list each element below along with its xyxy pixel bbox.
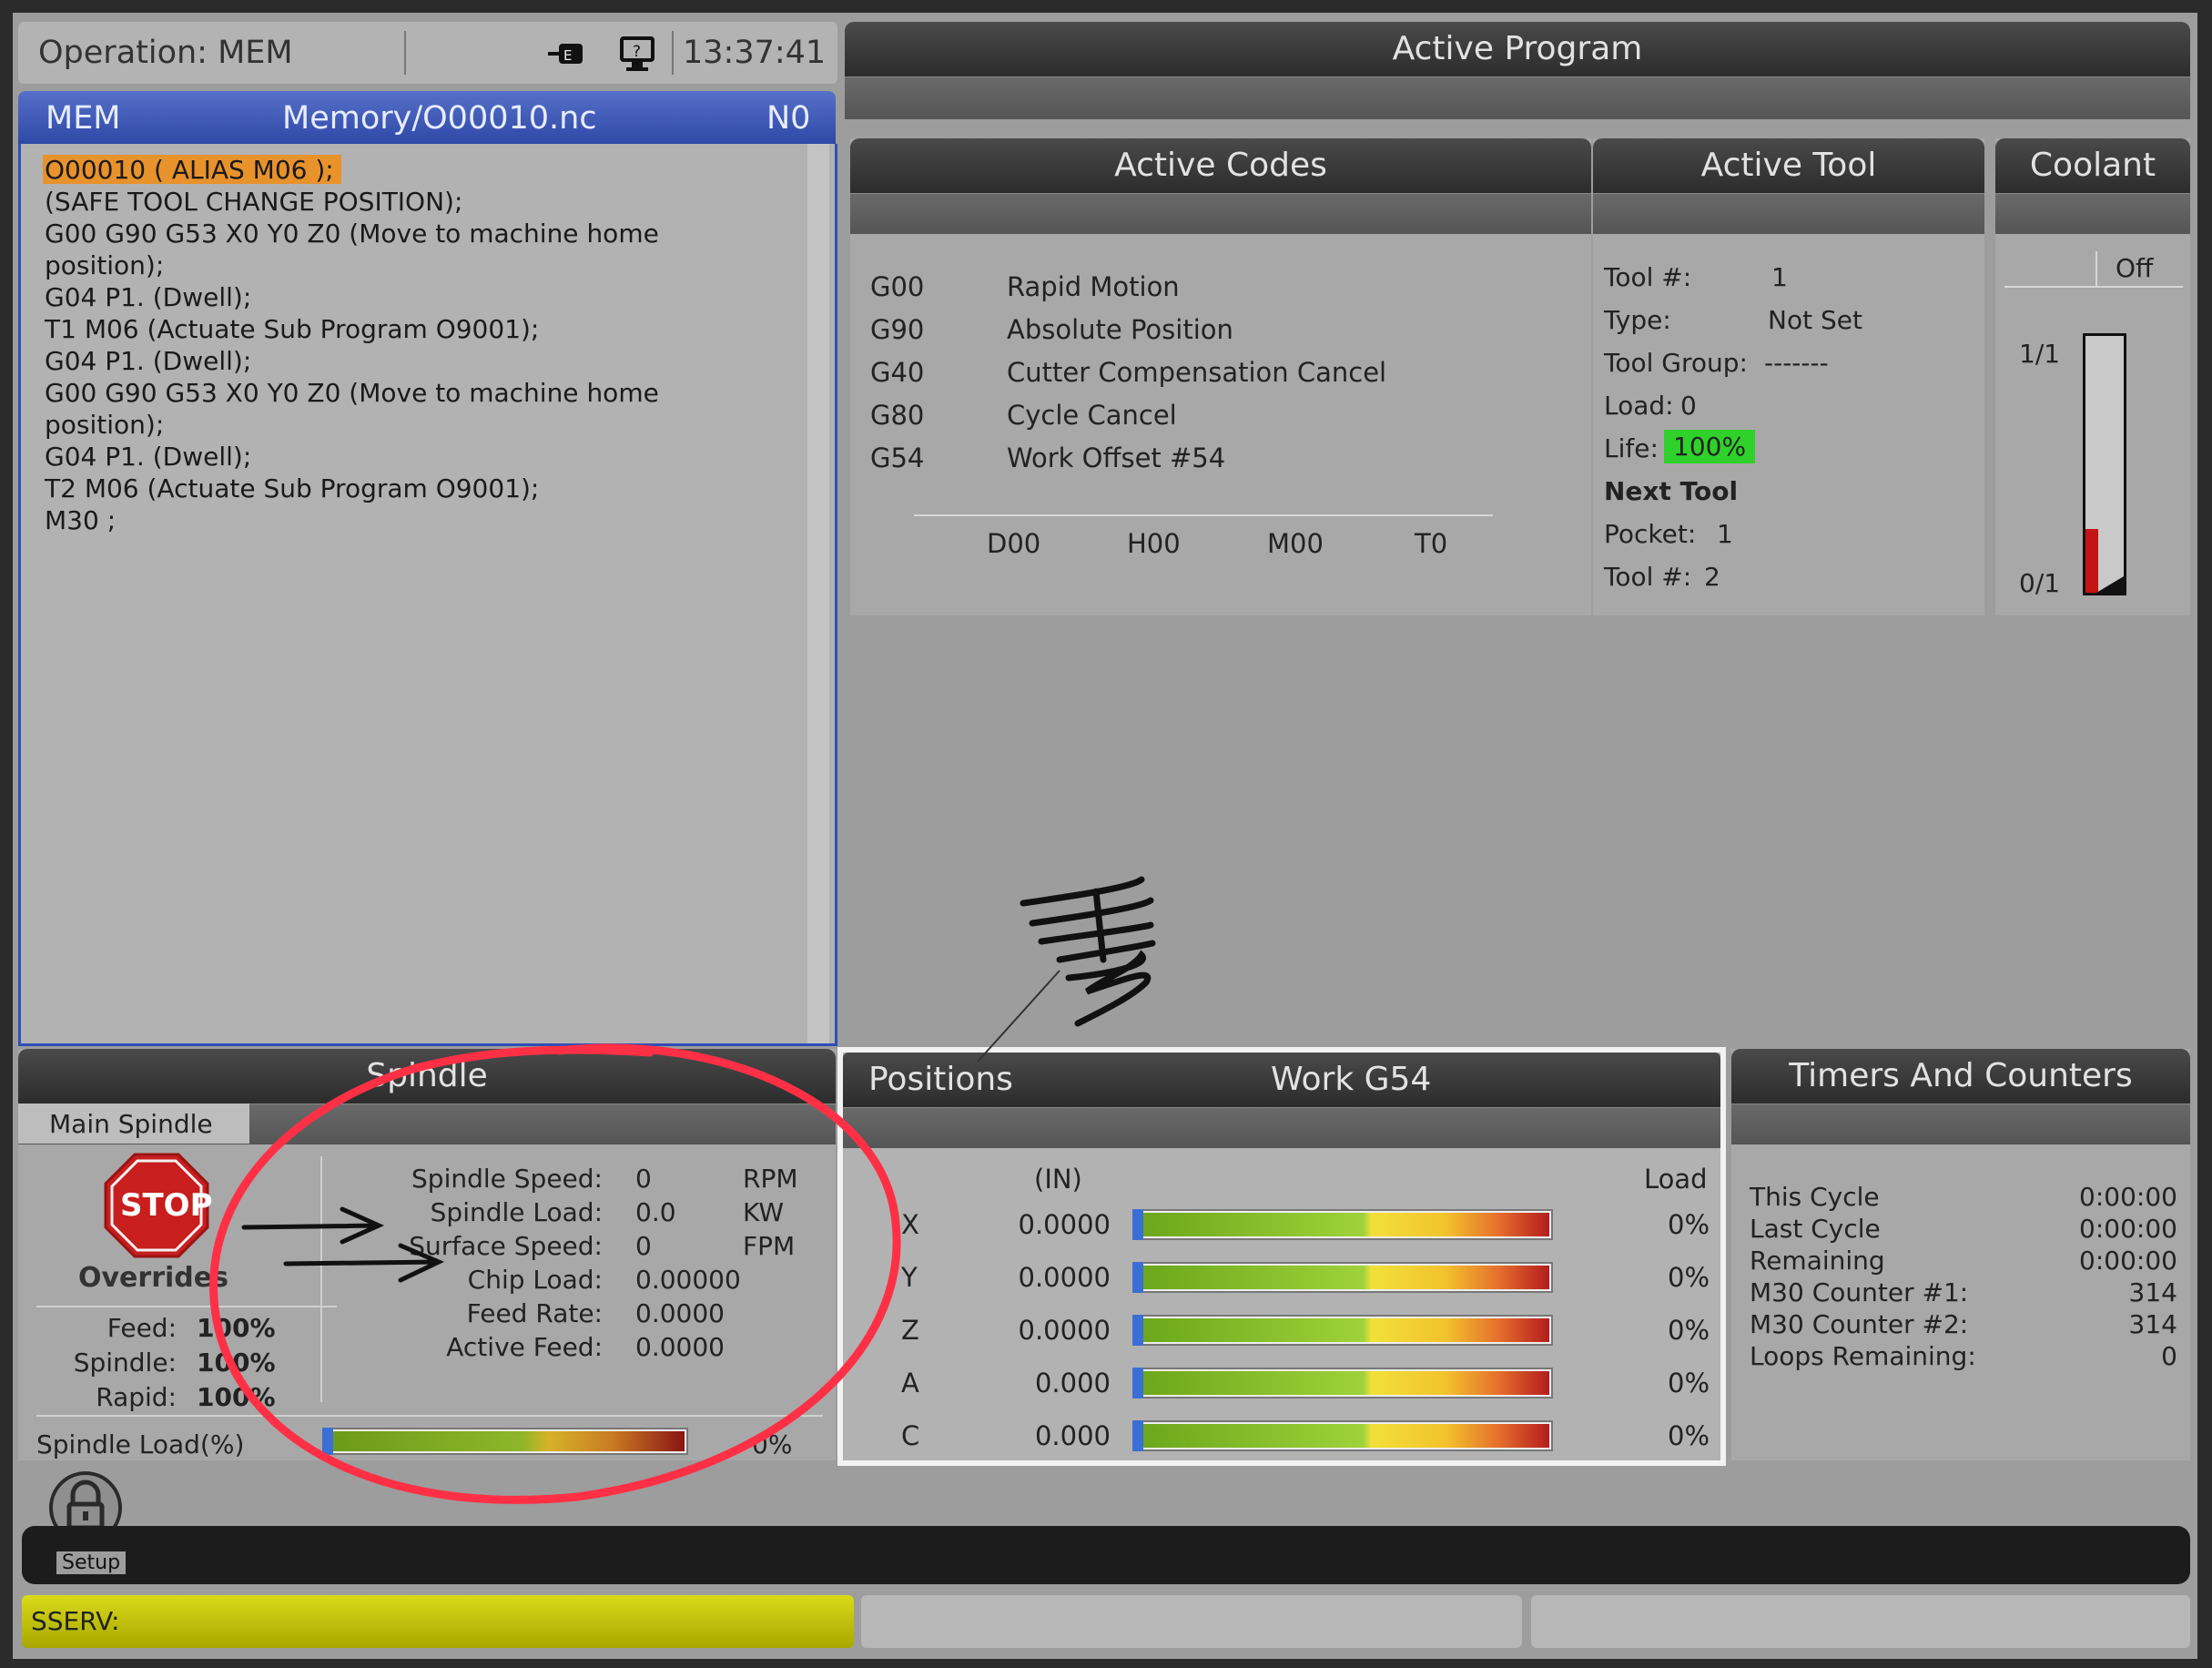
- scribble-annotation: [1020, 876, 1156, 1027]
- pointer-line-annotation: [977, 970, 1060, 1063]
- red-circle-annotation: [209, 1043, 901, 1504]
- cnc-control-screen: Operation: MEM E ? 13:37:41 MEM Memory/O…: [13, 13, 2197, 1659]
- arrow-annotation-2: [283, 1243, 445, 1283]
- arrow-annotation-1: [241, 1206, 385, 1245]
- annotation-overlay: [209, 876, 1156, 1504]
